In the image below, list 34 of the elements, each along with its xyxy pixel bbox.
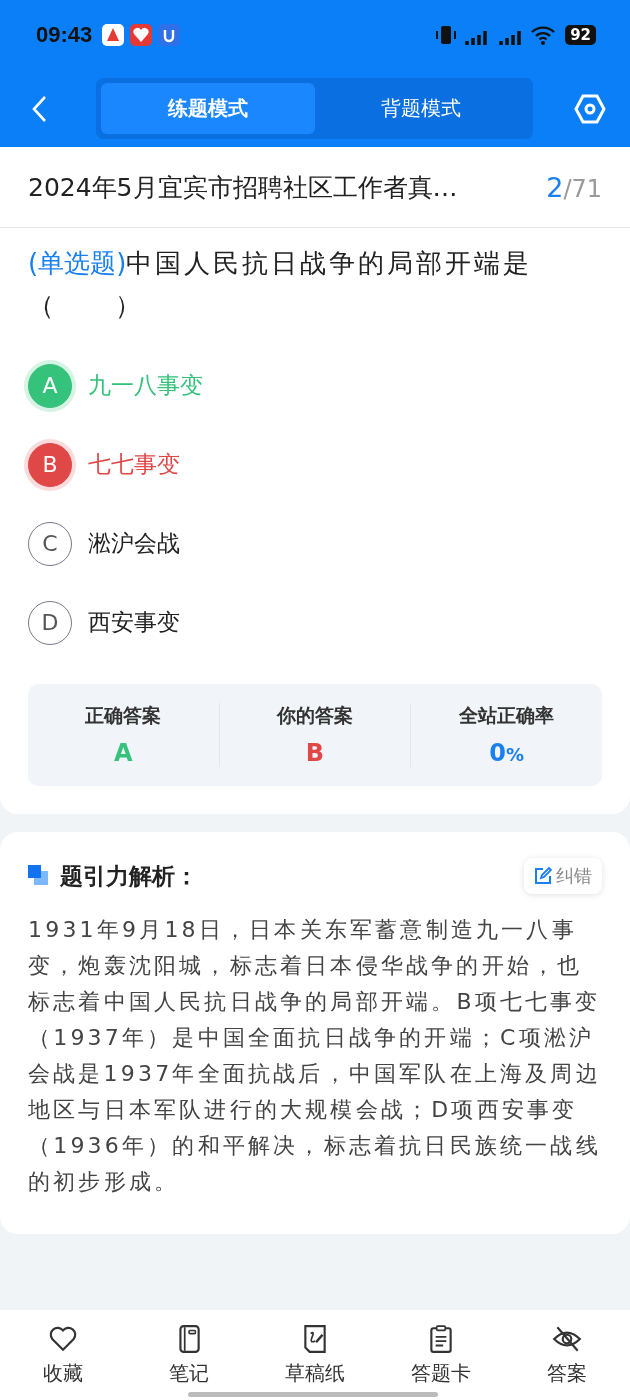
summary-value: A xyxy=(113,739,134,767)
app-notification-icon xyxy=(102,24,125,46)
mode-tab[interactable]: 背题模式 xyxy=(314,83,528,134)
wifi-icon xyxy=(531,25,556,45)
current-question-number: 2 xyxy=(546,171,564,203)
answer-option[interactable]: B 七七事变 xyxy=(28,425,602,504)
analysis-text: 1931年9月18日，日本关东军蓄意制造九一八事变，炮轰沈阳城，标志着日本侵华战争的开始，也标志着中国人民抗日战争的局部开端。B项七七事变（1937年）是中国全面抗日战争的开端；C项淞沪会战是1937年全面抗战后，中国军队在上海及周边地区与日本军队进行的大规模会战；D项西安事变（1936年）的和平解决，标志着抗日民族统一战线的初步形成。 xyxy=(28,916,602,1196)
app-notification-icon xyxy=(130,24,153,46)
answer-option[interactable]: C 淞沪会战 xyxy=(28,504,602,583)
summary-value: B xyxy=(304,739,326,767)
vibrate-icon xyxy=(435,25,458,45)
paper-title: 2024年5月宜宾市招聘社区工作者真… xyxy=(28,171,459,204)
edit-icon xyxy=(534,867,552,885)
toolbar-item[interactable]: 笔记 xyxy=(126,1323,252,1387)
battery-level: 92 xyxy=(565,25,596,45)
settings-icon[interactable] xyxy=(574,92,606,125)
summary-label: 全站正确率 xyxy=(458,703,556,728)
toolbar-item[interactable]: 答题卡 xyxy=(378,1323,504,1387)
toolbar-item[interactable]: 答案 xyxy=(504,1323,630,1387)
toolbar-item[interactable]: 草稿纸 xyxy=(252,1323,378,1387)
summary-value: 0% xyxy=(488,739,526,767)
app-notification-icon xyxy=(158,24,181,46)
report-error-button[interactable]: 纠错 xyxy=(524,858,602,894)
status-time: 09:43 xyxy=(36,22,93,48)
toolbar-item[interactable]: 收藏 xyxy=(0,1323,126,1387)
mode-tab[interactable]: 练题模式 xyxy=(101,83,315,134)
mode-switch[interactable]: 练题模式 背题模式 xyxy=(96,78,533,139)
answer-option[interactable]: D 西安事变 xyxy=(28,583,602,662)
squares-icon xyxy=(28,865,50,887)
summary-label: 正确答案 xyxy=(84,703,163,728)
analysis-title: 题引力解析： xyxy=(60,861,198,891)
summary-label: 你的答案 xyxy=(275,703,354,728)
question-text: (单选题)中国人民抗日战争的局部开端是（ ） xyxy=(28,247,534,322)
question-total: /71 xyxy=(563,174,602,203)
